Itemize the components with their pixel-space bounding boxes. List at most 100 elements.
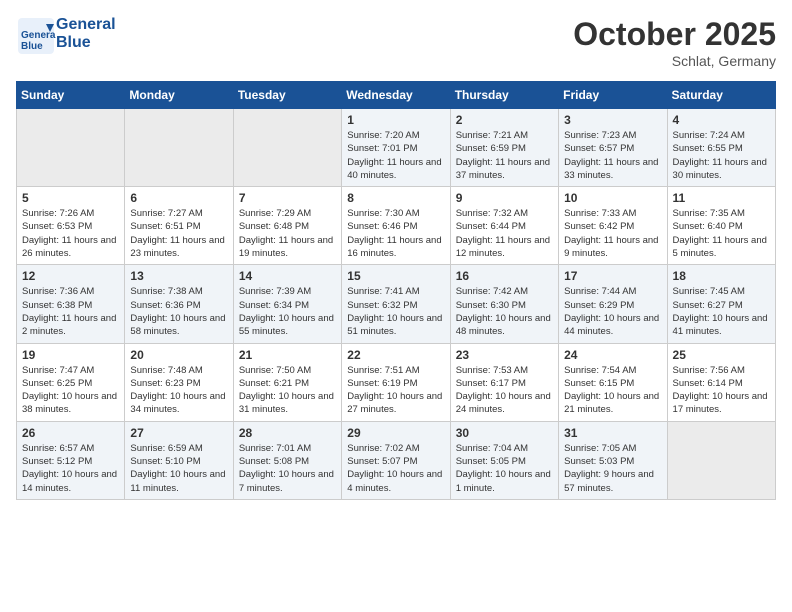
- calendar-week-4: 19 Sunrise: 7:47 AMSunset: 6:25 PMDayligh…: [17, 343, 776, 421]
- weekday-header-row: SundayMondayTuesdayWednesdayThursdayFrid…: [17, 82, 776, 109]
- calendar-cell: 4 Sunrise: 7:24 AMSunset: 6:55 PMDaylight…: [667, 109, 775, 187]
- weekday-header-tuesday: Tuesday: [233, 82, 341, 109]
- logo: General Blue General Blue: [16, 16, 116, 52]
- day-info: Sunrise: 7:45 AMSunset: 6:27 PMDaylight:…: [673, 285, 770, 338]
- day-info: Sunrise: 7:33 AMSunset: 6:42 PMDaylight:…: [564, 207, 661, 260]
- calendar-table: SundayMondayTuesdayWednesdayThursdayFrid…: [16, 81, 776, 500]
- calendar-week-3: 12 Sunrise: 7:36 AMSunset: 6:38 PMDayligh…: [17, 265, 776, 343]
- day-info: Sunrise: 7:38 AMSunset: 6:36 PMDaylight:…: [130, 285, 227, 338]
- day-number: 3: [564, 113, 661, 127]
- day-info: Sunrise: 7:21 AMSunset: 6:59 PMDaylight:…: [456, 129, 553, 182]
- calendar-cell: 18 Sunrise: 7:45 AMSunset: 6:27 PMDayligh…: [667, 265, 775, 343]
- day-number: 19: [22, 348, 119, 362]
- day-info: Sunrise: 7:29 AMSunset: 6:48 PMDaylight:…: [239, 207, 336, 260]
- day-number: 20: [130, 348, 227, 362]
- day-number: 28: [239, 426, 336, 440]
- calendar-cell: [667, 421, 775, 499]
- logo-icon: General Blue: [16, 16, 52, 52]
- day-info: Sunrise: 7:41 AMSunset: 6:32 PMDaylight:…: [347, 285, 444, 338]
- weekday-header-monday: Monday: [125, 82, 233, 109]
- calendar-cell: 6 Sunrise: 7:27 AMSunset: 6:51 PMDaylight…: [125, 187, 233, 265]
- day-number: 2: [456, 113, 553, 127]
- day-info: Sunrise: 7:05 AMSunset: 5:03 PMDaylight:…: [564, 442, 661, 495]
- calendar-cell: 14Sunrise: 7:39 AMSunset: 6:34 PMDayligh…: [233, 265, 341, 343]
- weekday-header-saturday: Saturday: [667, 82, 775, 109]
- day-info: Sunrise: 7:02 AMSunset: 5:07 PMDaylight:…: [347, 442, 444, 495]
- calendar-cell: 20 Sunrise: 7:48 AMSunset: 6:23 PMDayligh…: [125, 343, 233, 421]
- calendar-cell: 3 Sunrise: 7:23 AMSunset: 6:57 PMDaylight…: [559, 109, 667, 187]
- calendar-cell: 13 Sunrise: 7:38 AMSunset: 6:36 PMDayligh…: [125, 265, 233, 343]
- day-number: 7: [239, 191, 336, 205]
- logo-text-1: General: [56, 16, 116, 34]
- day-number: 30: [456, 426, 553, 440]
- day-info: Sunrise: 7:47 AMSunset: 6:25 PMDaylight:…: [22, 364, 119, 417]
- day-info: Sunrise: 6:57 AMSunset: 5:12 PMDaylight:…: [22, 442, 119, 495]
- calendar-cell: 23Sunrise: 7:53 AMSunset: 6:17 PMDayligh…: [450, 343, 558, 421]
- calendar-cell: [17, 109, 125, 187]
- day-number: 6: [130, 191, 227, 205]
- day-number: 15: [347, 269, 444, 283]
- day-number: 12: [22, 269, 119, 283]
- day-number: 5: [22, 191, 119, 205]
- day-info: Sunrise: 7:04 AMSunset: 5:05 PMDaylight:…: [456, 442, 553, 495]
- calendar-cell: 1Sunrise: 7:20 AMSunset: 7:01 PMDaylight…: [342, 109, 450, 187]
- calendar-cell: 28 Sunrise: 7:01 AMSunset: 5:08 PMDayligh…: [233, 421, 341, 499]
- day-info: Sunrise: 7:56 AMSunset: 6:14 PMDaylight:…: [673, 364, 770, 417]
- calendar-cell: 9Sunrise: 7:32 AMSunset: 6:44 PMDaylight…: [450, 187, 558, 265]
- calendar-week-2: 5Sunrise: 7:26 AMSunset: 6:53 PMDaylight…: [17, 187, 776, 265]
- svg-text:Blue: Blue: [21, 41, 43, 52]
- location-label: Schlat, Germany: [573, 53, 776, 69]
- day-info: Sunrise: 7:48 AMSunset: 6:23 PMDaylight:…: [130, 364, 227, 417]
- month-title: October 2025: [573, 16, 776, 53]
- calendar-cell: 10 Sunrise: 7:33 AMSunset: 6:42 PMDayligh…: [559, 187, 667, 265]
- day-info: Sunrise: 7:53 AMSunset: 6:17 PMDaylight:…: [456, 364, 553, 417]
- day-info: Sunrise: 7:42 AMSunset: 6:30 PMDaylight:…: [456, 285, 553, 338]
- day-number: 17: [564, 269, 661, 283]
- calendar-cell: 31 Sunrise: 7:05 AMSunset: 5:03 PMDayligh…: [559, 421, 667, 499]
- svg-text:General: General: [21, 30, 56, 41]
- calendar-cell: 11 Sunrise: 7:35 AMSunset: 6:40 PMDayligh…: [667, 187, 775, 265]
- calendar-cell: 16Sunrise: 7:42 AMSunset: 6:30 PMDayligh…: [450, 265, 558, 343]
- logo-text-2: Blue: [56, 34, 116, 52]
- weekday-header-wednesday: Wednesday: [342, 82, 450, 109]
- weekday-header-friday: Friday: [559, 82, 667, 109]
- day-number: 21: [239, 348, 336, 362]
- weekday-header-thursday: Thursday: [450, 82, 558, 109]
- day-info: Sunrise: 7:24 AMSunset: 6:55 PMDaylight:…: [673, 129, 770, 182]
- calendar-cell: 19 Sunrise: 7:47 AMSunset: 6:25 PMDayligh…: [17, 343, 125, 421]
- title-block: October 2025 Schlat, Germany: [573, 16, 776, 69]
- calendar-cell: 29 Sunrise: 7:02 AMSunset: 5:07 PMDayligh…: [342, 421, 450, 499]
- calendar-cell: 8 Sunrise: 7:30 AMSunset: 6:46 PMDaylight…: [342, 187, 450, 265]
- day-number: 4: [673, 113, 770, 127]
- day-number: 22: [347, 348, 444, 362]
- page-header: General Blue General Blue October 2025 S…: [16, 16, 776, 69]
- day-number: 10: [564, 191, 661, 205]
- day-info: Sunrise: 7:01 AMSunset: 5:08 PMDaylight:…: [239, 442, 336, 495]
- day-info: Sunrise: 7:36 AMSunset: 6:38 PMDaylight:…: [22, 285, 119, 338]
- day-info: Sunrise: 7:27 AMSunset: 6:51 PMDaylight:…: [130, 207, 227, 260]
- day-info: Sunrise: 7:30 AMSunset: 6:46 PMDaylight:…: [347, 207, 444, 260]
- day-number: 8: [347, 191, 444, 205]
- calendar-cell: 12 Sunrise: 7:36 AMSunset: 6:38 PMDayligh…: [17, 265, 125, 343]
- calendar-cell: 15 Sunrise: 7:41 AMSunset: 6:32 PMDayligh…: [342, 265, 450, 343]
- day-info: Sunrise: 7:39 AMSunset: 6:34 PMDaylight:…: [239, 285, 336, 338]
- day-number: 18: [673, 269, 770, 283]
- calendar-cell: 7 Sunrise: 7:29 AMSunset: 6:48 PMDaylight…: [233, 187, 341, 265]
- calendar-cell: 2 Sunrise: 7:21 AMSunset: 6:59 PMDaylight…: [450, 109, 558, 187]
- day-info: Sunrise: 7:54 AMSunset: 6:15 PMDaylight:…: [564, 364, 661, 417]
- day-number: 31: [564, 426, 661, 440]
- day-info: Sunrise: 7:23 AMSunset: 6:57 PMDaylight:…: [564, 129, 661, 182]
- day-number: 11: [673, 191, 770, 205]
- calendar-cell: 24Sunrise: 7:54 AMSunset: 6:15 PMDayligh…: [559, 343, 667, 421]
- day-number: 9: [456, 191, 553, 205]
- calendar-cell: [233, 109, 341, 187]
- day-number: 13: [130, 269, 227, 283]
- day-number: 1: [347, 113, 444, 127]
- calendar-week-1: 1Sunrise: 7:20 AMSunset: 7:01 PMDaylight…: [17, 109, 776, 187]
- calendar-cell: 30 Sunrise: 7:04 AMSunset: 5:05 PMDayligh…: [450, 421, 558, 499]
- day-number: 29: [347, 426, 444, 440]
- day-number: 26: [22, 426, 119, 440]
- day-info: Sunrise: 7:44 AMSunset: 6:29 PMDaylight:…: [564, 285, 661, 338]
- calendar-cell: 26 Sunrise: 6:57 AMSunset: 5:12 PMDayligh…: [17, 421, 125, 499]
- day-info: Sunrise: 7:35 AMSunset: 6:40 PMDaylight:…: [673, 207, 770, 260]
